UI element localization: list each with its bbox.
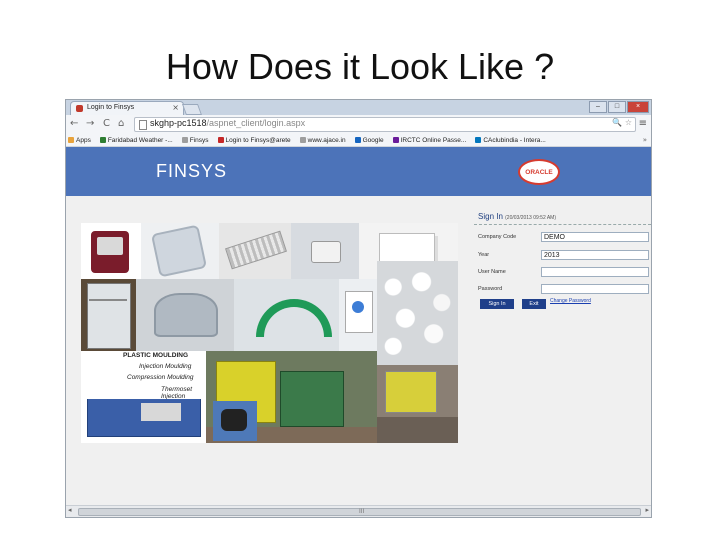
- maximize-button[interactable]: □: [608, 101, 626, 113]
- oracle-logo: ORACLE: [518, 159, 560, 185]
- sign-in-button[interactable]: Sign In: [480, 299, 514, 309]
- company-code-label: Company Code: [478, 234, 517, 240]
- year-select[interactable]: 2013: [541, 250, 649, 260]
- url-path: /aspnet_client/login.aspx: [206, 118, 306, 128]
- oracle-logo-text: ORACLE: [525, 168, 553, 176]
- tab-close-icon[interactable]: ×: [172, 103, 179, 112]
- scroll-left-icon[interactable]: ◂: [68, 506, 72, 514]
- window-controls: – □ ×: [589, 101, 649, 113]
- divider: [474, 224, 651, 225]
- green-fender-image: [234, 279, 339, 351]
- new-tab-button[interactable]: [181, 104, 203, 115]
- password-input[interactable]: [541, 284, 649, 294]
- plastic-pellets-image: [377, 261, 458, 365]
- close-window-button[interactable]: ×: [627, 101, 649, 113]
- moulding-heading: PLASTIC MOULDING: [123, 352, 188, 359]
- page-icon: [139, 120, 147, 130]
- bookmark-label: Finsys: [189, 136, 209, 144]
- bookmark-ajace[interactable]: www.ajace.in: [299, 136, 346, 144]
- scroll-right-icon[interactable]: ▸: [645, 506, 649, 514]
- sign-in-timestamp: (20/03/2013 09:52 AM): [505, 215, 557, 221]
- bookmark-label: Google: [362, 136, 384, 144]
- home-icon[interactable]: ⌂: [118, 118, 124, 129]
- moulding-item: Compression Moulding: [127, 374, 194, 381]
- bookmark-finsys[interactable]: Finsys: [181, 136, 209, 144]
- back-arrow-icon[interactable]: ←: [70, 118, 78, 129]
- scroll-grip-icon: III: [359, 508, 365, 515]
- forward-arrow-icon[interactable]: →: [86, 118, 94, 129]
- menu-icon[interactable]: ≡: [639, 118, 647, 129]
- year-label: Year: [478, 252, 490, 258]
- url-host: skghp-pc1518: [150, 118, 207, 128]
- sign-in-panel: Sign In (20/03/2013 09:52 AM) Company Co…: [472, 209, 651, 309]
- tab-favicon-icon: [76, 105, 83, 112]
- page-header: FINSYS ORACLE: [66, 147, 651, 196]
- url-text: skghp-pc1518/aspnet_client/login.aspx: [150, 118, 305, 128]
- factory-floor-image: [377, 365, 458, 443]
- minimize-button[interactable]: –: [589, 101, 607, 113]
- reload-icon[interactable]: C: [103, 118, 110, 129]
- exit-button[interactable]: Exit: [522, 299, 546, 309]
- password-label: Password: [478, 286, 503, 292]
- bookmark-label: Faridabad Weather -...: [107, 136, 173, 144]
- refrigerator-image: [81, 279, 136, 351]
- appliance-image: [339, 279, 377, 351]
- browser-toolbar: ← → C ⌂ skghp-pc1518/aspnet_client/login…: [66, 115, 651, 135]
- finsys-icon: [217, 137, 224, 143]
- tab-strip: Login to Finsys × – □ ×: [66, 100, 651, 116]
- brand-title: FINSYS: [156, 161, 228, 181]
- bookmarks-more-icon[interactable]: »: [643, 136, 647, 144]
- irctc-icon: [392, 137, 399, 143]
- grille-part-image: [219, 223, 291, 279]
- address-bar[interactable]: skghp-pc1518/aspnet_client/login.aspx 🔍 …: [134, 117, 636, 132]
- user-name-label: User Name: [478, 269, 506, 275]
- product-collage: PLASTIC MOULDING Injection Moulding Comp…: [81, 223, 458, 443]
- moulding-item: Thermoset Injection: [161, 386, 193, 399]
- page-icon: [181, 137, 188, 143]
- moulding-item: Injection Moulding: [139, 363, 192, 370]
- weather-icon: [99, 137, 106, 143]
- bookmark-label: CAclubindia - Intera...: [483, 136, 546, 144]
- bookmark-caclubindia[interactable]: CAclubindia - Intera...: [475, 137, 546, 144]
- bookmark-label: Apps: [76, 136, 91, 144]
- bookmark-label: www.ajace.in: [307, 136, 346, 144]
- bookmark-google[interactable]: Google: [354, 136, 384, 144]
- company-code-input[interactable]: DEMO: [541, 232, 649, 242]
- tab-title: Login to Finsys: [87, 104, 135, 111]
- moulded-part-image: [213, 401, 257, 441]
- user-name-input[interactable]: [541, 267, 649, 277]
- scrollbar-thumb[interactable]: III: [78, 508, 641, 516]
- caclub-icon: [475, 137, 482, 143]
- horizontal-scrollbar[interactable]: ◂ III ▸: [66, 505, 651, 517]
- plastic-tray-image: [141, 223, 219, 279]
- sign-in-title: Sign In (20/03/2013 09:52 AM): [478, 212, 556, 221]
- apps-icon: [68, 137, 74, 143]
- change-password-link[interactable]: Change Password: [550, 298, 591, 304]
- bookmarks-bar: Apps Faridabad Weather -... Finsys Login…: [66, 134, 651, 147]
- slide-title: How Does it Look Like ?: [165, 46, 555, 87]
- washing-machine-image: [81, 223, 141, 279]
- sign-in-heading: Sign In: [478, 212, 503, 221]
- bookmark-faridabad-weather[interactable]: Faridabad Weather -...: [99, 136, 173, 144]
- bookmark-apps[interactable]: Apps: [68, 137, 91, 144]
- moulding-caption: PLASTIC MOULDING Injection Moulding Comp…: [81, 351, 206, 399]
- page-content: FINSYS ORACLE PLASTIC MOULDING Injection…: [66, 147, 651, 507]
- browser-window: Login to Finsys × – □ × ← → C ⌂ skghp-pc…: [65, 99, 652, 518]
- tab-login-to-finsys[interactable]: Login to Finsys ×: [70, 101, 184, 116]
- bookmark-irctc[interactable]: IRCTC Online Passe...: [392, 136, 467, 144]
- socket-part-image: [291, 223, 359, 279]
- bookmark-login-finsys-arete[interactable]: Login to Finsys@arete: [217, 136, 291, 144]
- bookmark-label: IRCTC Online Passe...: [400, 136, 467, 144]
- page-icon: [299, 137, 306, 143]
- bookmark-label: Login to Finsys@arete: [225, 136, 291, 144]
- google-icon: [354, 137, 361, 143]
- helmet-visor-image: [136, 279, 234, 351]
- search-star-icon[interactable]: 🔍 ☆: [612, 118, 632, 127]
